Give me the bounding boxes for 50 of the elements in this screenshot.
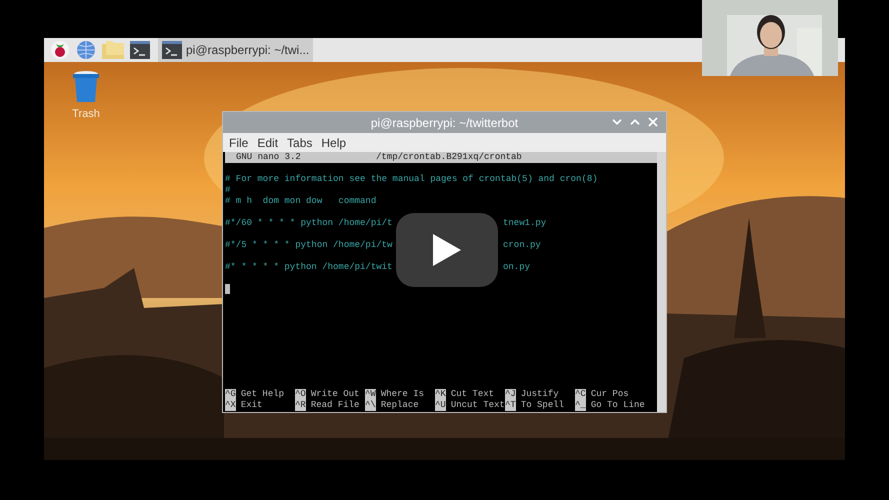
code-line: # m h dom mon dow command bbox=[225, 196, 376, 206]
terminal-icon bbox=[130, 41, 150, 59]
window-title: pi@raspberrypi: ~/twitterbot bbox=[370, 114, 518, 132]
shortcut-key: ^G bbox=[225, 389, 236, 400]
shortcut-label: To Spell bbox=[520, 400, 564, 411]
code-line: tnew1.py bbox=[503, 218, 546, 229]
code-line: # bbox=[225, 185, 230, 195]
trash-icon[interactable] bbox=[72, 70, 100, 102]
shortcut-label: Exit bbox=[240, 400, 262, 411]
raspberry-icon[interactable] bbox=[50, 40, 70, 60]
shortcut-label: Cut Text bbox=[450, 389, 494, 400]
play-button[interactable] bbox=[396, 213, 498, 287]
nano-version: GNU nano 3.2 bbox=[236, 152, 302, 163]
globe-icon[interactable] bbox=[76, 40, 96, 60]
taskbar-window-button[interactable]: pi@raspberrypi: ~/twi... bbox=[158, 38, 314, 62]
shortcut-key: ^X bbox=[225, 400, 236, 411]
shortcut-key: ^R bbox=[295, 400, 306, 411]
shortcut-label: Read File bbox=[310, 400, 360, 411]
shortcut-key: ^T bbox=[505, 400, 516, 411]
shortcut-key: ^_ bbox=[575, 400, 586, 411]
shortcut-label: Cur Pos bbox=[590, 389, 629, 400]
menu-item[interactable]: Edit bbox=[257, 134, 278, 152]
shortcut-label: Get Help bbox=[240, 389, 284, 400]
file-path: /tmp/crontab.B291xq/crontab bbox=[376, 152, 522, 163]
menu-item[interactable]: Help bbox=[321, 134, 346, 152]
code-line: # For more information see the manual pages of crontab(5) and cron(8) bbox=[225, 174, 598, 184]
shortcut-label: Write Out bbox=[310, 389, 360, 400]
shortcut-label: Go To Line bbox=[590, 400, 645, 411]
menu-item[interactable]: Tabs bbox=[287, 134, 312, 152]
play-icon bbox=[433, 234, 461, 266]
shortcut-label: Replace bbox=[380, 400, 419, 411]
shortcut-key: ^U bbox=[435, 400, 446, 411]
shortcut-label: Uncut Text bbox=[450, 400, 505, 411]
window-title: pi@raspberrypi: ~/twi... bbox=[186, 42, 310, 59]
menu-item[interactable]: File bbox=[229, 134, 248, 152]
code-line: #*/5 * * * * python /home/pi/tw bbox=[225, 240, 392, 250]
code-line: #*/60 * * * * python /home/pi/t bbox=[225, 218, 392, 228]
shortcut-key: ^J bbox=[505, 389, 516, 400]
shortcut-key: ^\ bbox=[365, 400, 376, 411]
shortcut-label: Where Is bbox=[380, 389, 424, 400]
shortcut-label: Justify bbox=[520, 389, 559, 400]
code-line: on.py bbox=[503, 262, 530, 273]
code-line: #* * * * * python /home/pi/twit bbox=[225, 262, 392, 272]
terminal-icon bbox=[162, 41, 182, 59]
code-line: cron.py bbox=[503, 240, 541, 251]
shortcut-key: ^O bbox=[295, 389, 306, 400]
shortcut-key: ^W bbox=[365, 389, 376, 400]
close-icon[interactable] bbox=[646, 115, 660, 129]
shortcut-key: ^K bbox=[435, 389, 446, 400]
shortcut-key: ^C bbox=[575, 389, 586, 400]
